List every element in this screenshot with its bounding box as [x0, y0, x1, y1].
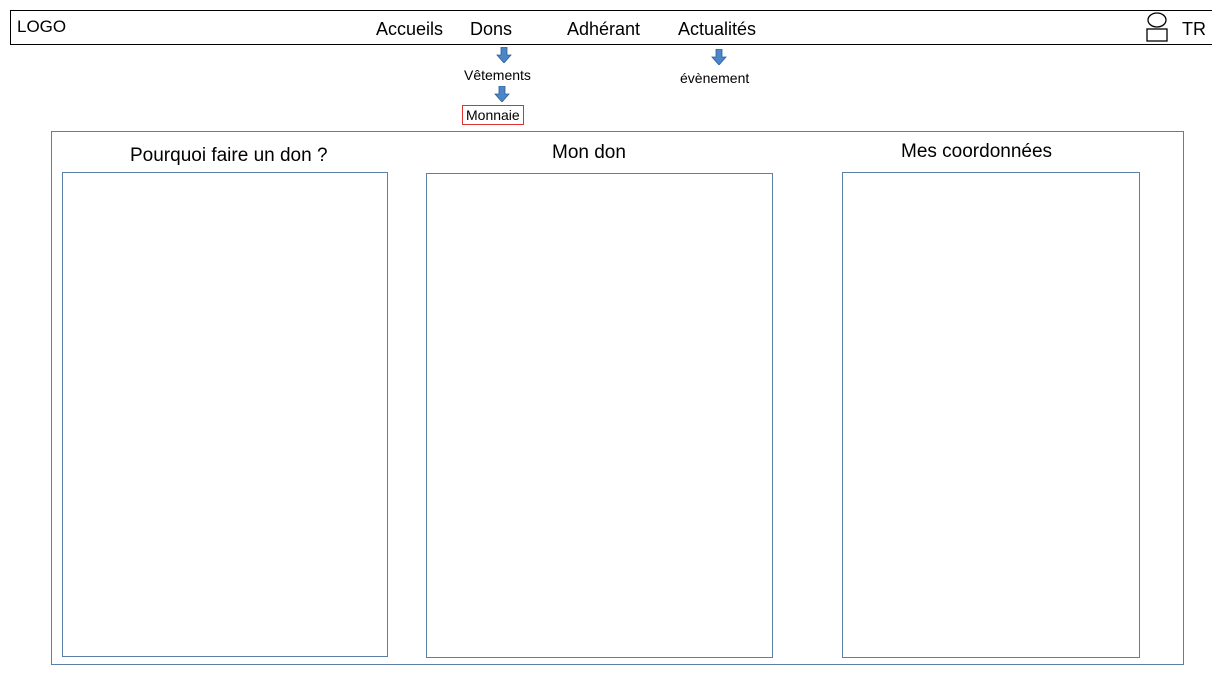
nav-item-adherant[interactable]: Adhérant — [567, 19, 640, 40]
user-icon — [1146, 12, 1168, 42]
logo[interactable]: LOGO — [17, 17, 66, 37]
nav-item-actualites[interactable]: Actualités — [678, 19, 756, 40]
panel-coordonnees — [842, 172, 1140, 658]
arrow-down-icon — [494, 86, 510, 102]
submenu-item-monnaie[interactable]: Monnaie — [462, 105, 524, 125]
panel-pourquoi — [62, 172, 388, 657]
page: LOGO Accueils Dons Adhérant Actualités T… — [0, 0, 1214, 684]
arrow-down-icon — [496, 47, 512, 63]
submenu-item-evenement[interactable]: évènement — [680, 70, 749, 86]
section-title-coordonnees: Mes coordonnées — [901, 141, 1053, 162]
submenu-item-vetements[interactable]: Vêtements — [464, 67, 531, 83]
nav-item-accueils[interactable]: Accueils — [376, 19, 443, 40]
top-navigation-bar: LOGO Accueils Dons Adhérant Actualités T… — [10, 10, 1212, 45]
section-title-mon-don: Mon don — [552, 142, 626, 163]
user-initials: TR — [1182, 19, 1206, 39]
panel-mon-don — [426, 173, 773, 658]
nav-item-dons[interactable]: Dons — [470, 19, 512, 40]
arrow-down-icon — [711, 49, 727, 65]
section-title-pourquoi: Pourquoi faire un don ? — [130, 145, 328, 166]
